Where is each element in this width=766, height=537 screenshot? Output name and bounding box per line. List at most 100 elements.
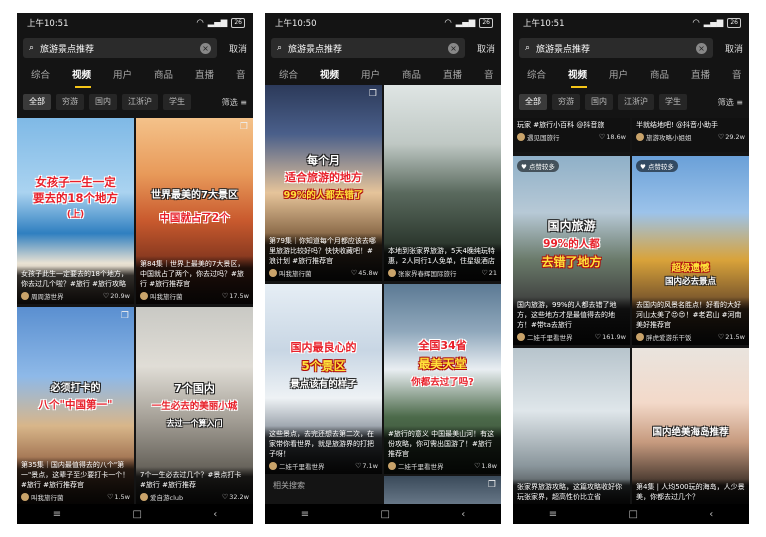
tab-music[interactable]: 音 [484,67,501,85]
thumbnail-title: 要去的18个地方 [32,191,118,205]
avatar [517,333,525,341]
home-icon[interactable]: □ [628,509,637,520]
video-card[interactable]: ♥ 点赞较多 超级遗憾 国内必去景点 去国内的风景名胜点！好看的大好河山太美了😍… [632,156,749,345]
chip-student[interactable]: 学生 [659,94,687,110]
search-query: 旅游景点推荐 [40,44,95,55]
like-count: 7.1w [362,462,378,470]
video-caption: 第79集｜你知道每个月都应该去哪里旅游比较好吗？快快收藏吧！#浪计划 #旅行推荐… [269,237,376,265]
multi-image-icon: ❐ [239,122,248,132]
tab-products[interactable]: 商品 [650,67,691,85]
tab-live[interactable]: 直播 [195,67,236,85]
signal-icon: ▂▄▆ [703,18,724,28]
card-info: 第35集｜国内最值得去的八个"第一"景点，这辈子至少要打卡一个！#旅行 #旅行推… [17,457,134,505]
chip-jiangzhehu[interactable]: 江浙沪 [122,94,158,110]
tab-music[interactable]: 音 [732,67,749,85]
tab-products[interactable]: 商品 [402,67,443,85]
video-caption: 张家界旅游攻略，这篇攻略收好你玩张家界，超高性价比立省 [517,483,622,501]
back-icon[interactable]: ‹ [709,509,713,520]
card-info: 这些景点，去完还想去第二次，在家带你看世界，就是旅游界的打把子呀！ 二娃千里看世… [265,426,382,474]
tab-users[interactable]: 用户 [609,67,650,85]
video-card[interactable]: 7个国内 一生必去的美丽小城 去过一个算入门 7个一生必去过几个？#景点打卡 #… [136,307,253,505]
tab-products[interactable]: 商品 [154,67,195,85]
thumbnail-title: 7个国内 [174,382,215,395]
multi-image-icon: ❐ [368,89,377,99]
heart-icon: ♡ [474,462,481,470]
menu-icon[interactable]: ≡ [549,509,557,520]
thumbnail-subtitle: 去错了地方 [541,255,602,269]
clear-icon[interactable]: × [448,42,459,54]
thumbnail-subtitle: 你都去过了吗? [411,377,474,388]
cancel-button[interactable]: 取消 [465,42,495,55]
chip-budget[interactable]: 穷游 [552,94,580,110]
chip-budget[interactable]: 穷游 [56,94,84,110]
video-card[interactable]: 半就结地吧! @抖音小助手 旅游攻略小姐姐 ♡29.2w [632,118,749,152]
menu-icon[interactable]: ≡ [53,509,61,520]
chip-all[interactable]: 全部 [519,94,547,110]
search-query: 旅游景点推荐 [288,44,343,55]
status-bar: 上午10:50 ◠ ▂▄▆ 26 [265,13,501,33]
heart-icon: ♡ [102,292,110,300]
home-icon[interactable]: □ [132,509,141,520]
tab-comprehensive[interactable]: 综合 [279,67,320,85]
video-card[interactable]: 本地到张家界旅游，5天4晚纯玩特惠，2人同行1人免单，住星级酒店 张家界春辉国际… [384,85,501,281]
search-icon: ⌕ [277,43,283,53]
search-input[interactable]: ⌕ 旅游景点推荐 × [519,38,713,58]
heart-icon: ♡ [481,269,488,277]
video-card[interactable]: 全国34省 最美天堂 你都去过了吗? #旅行的意义 中国最美山河！有这份攻略，你… [384,284,501,474]
video-caption: #旅行的意义 中国最美山河！有这份攻略，你可需出国游了！#旅行推荐官 [388,430,495,458]
chip-domestic[interactable]: 国内 [585,94,613,110]
tab-users[interactable]: 用户 [361,67,402,85]
avatar [388,269,396,277]
tab-comprehensive[interactable]: 综合 [31,67,72,85]
video-card[interactable]: 国内绝美海岛推荐 第4集 | 人均500玩的海岛，人少景美，你都去过几个？ [632,348,749,505]
video-card[interactable]: 玩家 #旅行小百科 @抖音旅 遇见国旅行 ♡18.6w [513,118,630,152]
filter-button[interactable]: 筛选 ≡ [718,97,743,108]
chip-jiangzhehu[interactable]: 江浙沪 [618,94,654,110]
cancel-button[interactable]: 取消 [713,42,743,55]
video-card[interactable]: ❐ 世界最美的7大景区 中国就占了2个 第84集｜世界上最美的7大景区，中国就占… [136,118,253,304]
cancel-button[interactable]: 取消 [217,42,247,55]
video-card[interactable]: ❐ [384,476,501,505]
like-count: 1.5w [114,493,130,501]
author-name: 二娃千里看世界 [527,334,573,342]
filter-button[interactable]: 筛选 ≡ [222,97,247,108]
chip-all[interactable]: 全部 [23,94,51,110]
tab-music[interactable]: 音 [236,67,253,85]
battery-icon: 26 [231,18,245,28]
author-name: 旅游攻略小姐姐 [646,134,692,142]
tab-live[interactable]: 直播 [691,67,732,85]
result-tabs: 综合 视频 用户 商品 直播 音 [17,67,253,88]
menu-icon[interactable]: ≡ [301,509,309,520]
filter-chips: 全部 穷游 国内 江浙沪 学生 筛选 ≡ [17,93,253,111]
tab-comprehensive[interactable]: 综合 [527,67,568,85]
chip-student[interactable]: 学生 [163,94,191,110]
video-card[interactable]: ❐ 每个月 适合旅游的地方 99%的人都去错了 第79集｜你知道每个月都应该去哪… [265,85,382,281]
system-nav-bar: ≡ □ ‹ [265,504,501,524]
video-card[interactable]: 张家界旅游攻略，这篇攻略收好你玩张家界，超高性价比立省 [513,348,630,505]
video-card[interactable]: 国内最良心的 5个景区 景点该有的样子 这些景点，去完还想去第二次，在家带你看世… [265,284,382,474]
filter-chips: 全部 穷游 国内 江浙沪 学生 筛选 ≡ [513,93,749,111]
heart-icon: ♡ [107,493,114,501]
tab-video[interactable]: 视频 [320,67,361,88]
home-icon[interactable]: □ [380,509,389,520]
signal-icon: ▂▄▆ [455,18,476,28]
video-card[interactable]: 女孩子一生一定 要去的18个地方 (上) 女孩子此生一定要去的18个地方，你去过… [17,118,134,304]
chip-domestic[interactable]: 国内 [89,94,117,110]
thumbnail-title: 超级遗憾 [671,263,710,274]
video-card[interactable]: ❐ 必须打卡的 八个"中国第一" 第35集｜国内最值得去的八个"第一"景点，这辈… [17,307,134,505]
clear-icon[interactable]: × [696,42,707,54]
clear-icon[interactable]: × [200,42,211,54]
search-input[interactable]: ⌕ 旅游景点推荐 × [271,38,465,58]
video-card[interactable]: ♥ 点赞较多 国内旅游 99%的人都 去错了地方 国内旅游，99%的人都去错了地… [513,156,630,345]
tab-live[interactable]: 直播 [443,67,484,85]
author-name: 爱自游club [150,494,184,502]
back-icon[interactable]: ‹ [461,509,465,520]
thumbnail-subtitle: 八个"中国第一" [38,399,113,411]
video-caption: 这些景点，去完还想去第二次，在家带你看世界，就是旅游界的打把子呀！ [269,430,374,458]
back-icon[interactable]: ‹ [213,509,217,520]
search-input[interactable]: ⌕ 旅游景点推荐 × [23,38,217,58]
tab-users[interactable]: 用户 [113,67,154,85]
tab-video[interactable]: 视频 [568,67,609,88]
video-caption: 7个一生必去过几个？#景点打卡 #旅行 #旅行推荐 [140,471,242,489]
tab-video[interactable]: 视频 [72,67,113,88]
